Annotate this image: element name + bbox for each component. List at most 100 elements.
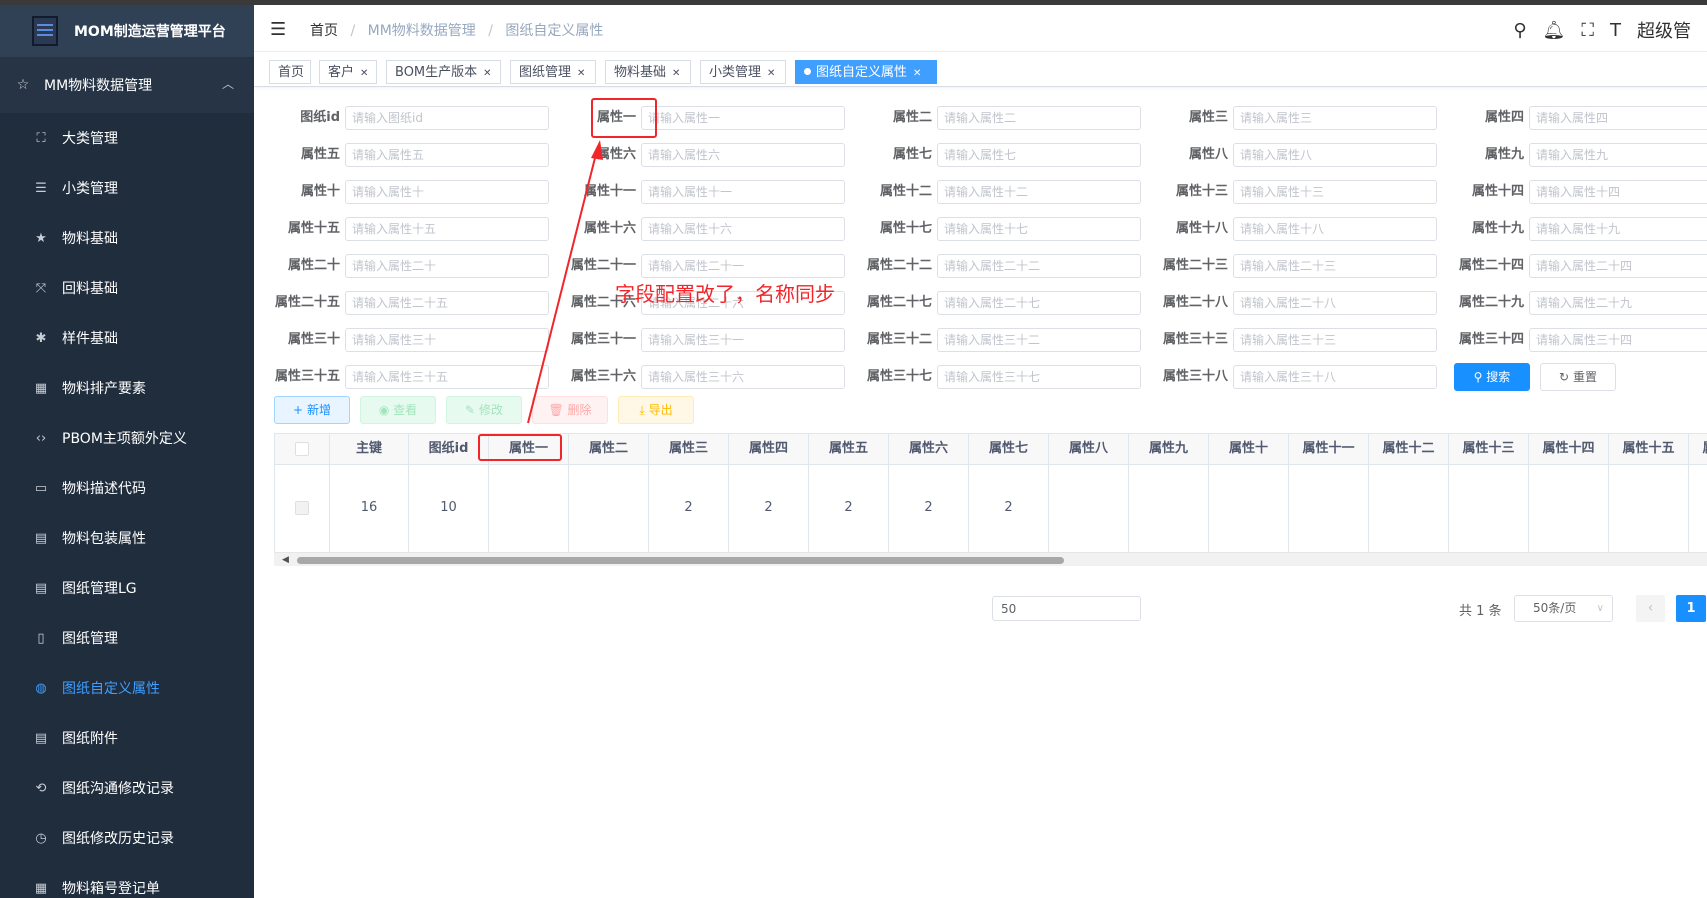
form-field-input[interactable]: [1529, 291, 1707, 315]
table-header-cell[interactable]: 属性八: [1049, 434, 1129, 465]
form-field-label: 属性七: [892, 147, 932, 162]
form-field-label: 属性十六: [583, 221, 636, 236]
form-field-input[interactable]: [1529, 180, 1707, 204]
tab-tag[interactable]: BOM生产版本 ✕: [386, 60, 501, 84]
add-button[interactable]: + 新增: [274, 396, 350, 424]
tab-tag[interactable]: 图纸管理 ✕: [510, 60, 596, 84]
table-header-cell[interactable]: 图纸id: [409, 434, 489, 465]
form-field-label: 属性九: [1484, 147, 1524, 162]
page-size-select[interactable]: 50条/页 ∨: [1514, 595, 1613, 622]
select-all-checkbox[interactable]: [295, 441, 309, 456]
tab-tag[interactable]: 首页: [269, 60, 311, 84]
history-edit-icon: ⟲: [35, 780, 47, 796]
sidebar-item[interactable]: ⟲ 图纸沟通修改记录: [0, 763, 254, 813]
tab-tag-label: 图纸管理: [519, 65, 572, 80]
table-header-cell[interactable]: 属性五: [809, 434, 889, 465]
tab-tag[interactable]: 小类管理 ✕: [700, 60, 786, 84]
table-header-cell[interactable]: 主键: [330, 434, 409, 465]
row-checkbox-cell[interactable]: [275, 465, 330, 552]
prev-page-button[interactable]: ‹: [1636, 595, 1665, 622]
app-title: MOM制造运营管理平台: [74, 24, 226, 40]
list-icon: ☰: [35, 180, 47, 196]
row-checkbox[interactable]: [295, 500, 309, 515]
close-icon[interactable]: ✕: [577, 68, 585, 79]
table-header-cell[interactable]: 属性十五: [1609, 434, 1689, 465]
navbar: ☰ 首页 / MM物料数据管理 / 图纸自定义属性 ⚲ 🔔︎ ⛶ T 超级管: [254, 5, 1707, 52]
fullscreen-icon[interactable]: ⛶: [1581, 20, 1594, 41]
form-field-label: 属性二十一: [570, 258, 636, 273]
close-icon[interactable]: ✕: [767, 68, 775, 79]
form-field-input[interactable]: [1529, 106, 1707, 130]
tab-tag[interactable]: 物料基础 ✕: [605, 60, 691, 84]
tab-tag[interactable]: 客户 ✕: [319, 60, 377, 84]
sidebar-item-label: 图纸管理: [62, 631, 118, 647]
pagination-input[interactable]: [992, 596, 1141, 621]
table-header-cell[interactable]: 属性十一: [1289, 434, 1369, 465]
delete-button-label: 删除: [567, 403, 592, 417]
scroll-left-arrow-icon[interactable]: ◀: [282, 555, 289, 565]
select-all-checkbox-cell[interactable]: [275, 434, 330, 465]
form-field-input[interactable]: [1529, 143, 1707, 167]
view-button[interactable]: ◉ 查看: [360, 396, 436, 424]
close-icon[interactable]: ✕: [913, 68, 921, 79]
export-button[interactable]: ⤓ 导出: [618, 396, 694, 424]
close-icon[interactable]: ✕: [672, 68, 680, 79]
breadcrumb-current: 图纸自定义属性: [505, 23, 604, 39]
form-field-label: 图纸id: [300, 110, 340, 125]
tab-tag[interactable]: 图纸自定义属性 ✕: [795, 60, 937, 84]
form-field-label: 属性十九: [1471, 221, 1524, 236]
sidebar-item[interactable]: ◍ 图纸自定义属性: [0, 663, 254, 713]
search-button[interactable]: ⚲ 搜索: [1454, 363, 1530, 391]
table-header-cell[interactable]: 属性十: [1209, 434, 1289, 465]
breadcrumb-home[interactable]: 首页: [310, 23, 338, 39]
table-header-cell[interactable]: 属性四: [729, 434, 809, 465]
sidebar-item[interactable]: ▤ 物料包装属性: [0, 513, 254, 563]
close-icon[interactable]: ✕: [360, 68, 368, 79]
app-logo[interactable]: MOM制造运营管理平台: [0, 5, 254, 57]
sidebar-item-label: 物料排产要素: [62, 381, 146, 397]
form-field-label: 属性三十二: [866, 332, 932, 347]
bell-icon[interactable]: 🔔︎: [1543, 20, 1566, 41]
table-header-cell[interactable]: 属性十六: [1689, 434, 1707, 465]
search-button-label: 搜索: [1486, 370, 1511, 384]
sidebar-item[interactable]: ▭ 物料描述代码: [0, 463, 254, 513]
table-horizontal-scrollbar[interactable]: ◀: [274, 552, 1707, 566]
form-field-label: 属性三十: [287, 332, 340, 347]
hamburger-toggle-icon[interactable]: ☰: [270, 19, 286, 40]
refresh-icon: ↻: [1559, 370, 1570, 384]
document-icon: ▤: [34, 580, 48, 596]
text-size-icon[interactable]: T: [1610, 20, 1621, 41]
breadcrumb: 首页 / MM物料数据管理 / 图纸自定义属性: [310, 20, 603, 40]
sidebar-item[interactable]: ◷ 图纸修改历史记录: [0, 813, 254, 863]
sidebar-item[interactable]: ‹› PBOM主项额外定义: [0, 413, 254, 463]
delete-button[interactable]: 🗑︎ 删除: [532, 396, 608, 424]
user-name[interactable]: 超级管: [1637, 17, 1691, 43]
sidebar-item[interactable]: ▯ 图纸管理: [0, 613, 254, 663]
form-field-input[interactable]: [1529, 254, 1707, 278]
table-header-cell[interactable]: 属性九: [1129, 434, 1209, 465]
form-field-input[interactable]: [1233, 365, 1437, 389]
search-icon[interactable]: ⚲: [1513, 20, 1526, 41]
page-number-current[interactable]: 1: [1676, 595, 1706, 622]
sidebar-item[interactable]: ▦ 物料箱号登记单: [0, 863, 254, 898]
table-header-cell[interactable]: 属性十二: [1369, 434, 1449, 465]
table-header-cell[interactable]: 属性十三: [1449, 434, 1529, 465]
table-cell: [1689, 465, 1707, 552]
table-header-cell[interactable]: 属性十四: [1529, 434, 1609, 465]
sidebar-item[interactable]: ▤ 图纸管理LG: [0, 563, 254, 613]
sidebar-group-mm[interactable]: ☆ MM物料数据管理 ︿: [0, 57, 254, 113]
scrollbar-thumb[interactable]: [297, 557, 1064, 564]
table-header-cell[interactable]: 属性三: [649, 434, 729, 465]
form-field-input[interactable]: [1529, 217, 1707, 241]
eye-icon: ◉: [378, 403, 390, 417]
reset-button[interactable]: ↻ 重置: [1540, 363, 1616, 391]
form-field-label: 属性三十六: [570, 369, 636, 384]
sidebar-item[interactable]: ▤ 图纸附件: [0, 713, 254, 763]
close-icon[interactable]: ✕: [483, 68, 491, 79]
table-header-cell[interactable]: 属性六: [889, 434, 969, 465]
table-header-cell[interactable]: 属性七: [969, 434, 1049, 465]
edit-button[interactable]: ✎ 修改: [446, 396, 522, 424]
table-header-cell[interactable]: 属性二: [569, 434, 649, 465]
form-field-input[interactable]: [1529, 328, 1707, 352]
sidebar-item-label: 小类管理: [62, 181, 118, 197]
